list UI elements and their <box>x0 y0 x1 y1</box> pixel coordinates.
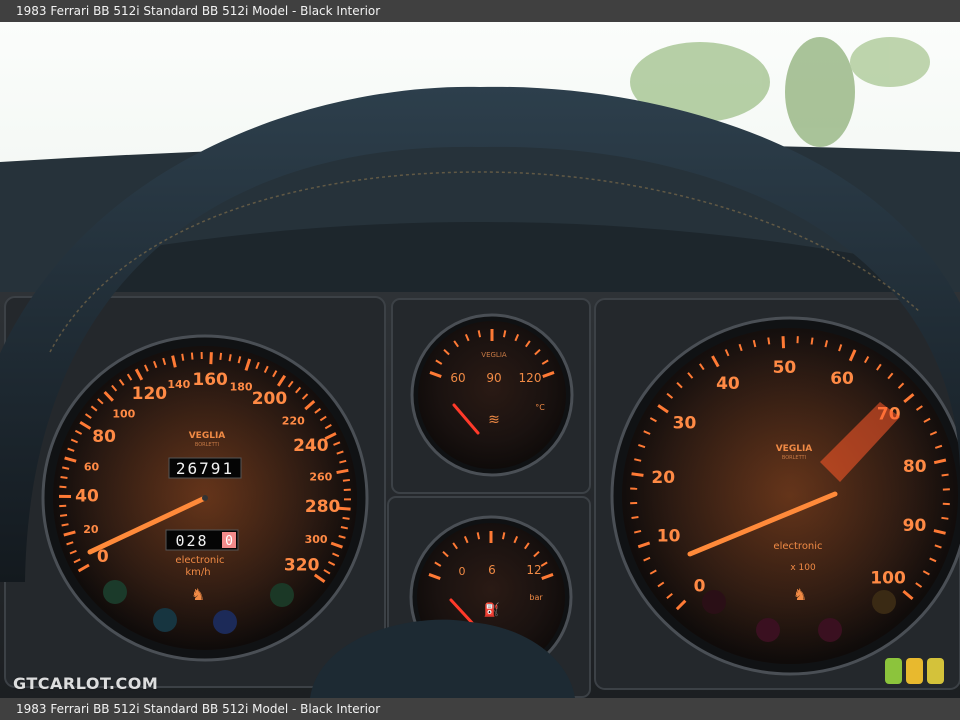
trip-red-digit-text: 0 <box>225 534 233 549</box>
tachometer-numeral-80: 80 <box>903 457 927 477</box>
caption-text: 1983 Ferrari BB 512i Standard BB 512i Mo… <box>16 4 381 18</box>
speedometer-numeral-80: 80 <box>92 427 116 447</box>
tachometer-prancing-horse-logo: ♞ <box>793 585 807 604</box>
gauge-tick <box>342 516 350 520</box>
warning-light-red <box>756 618 780 642</box>
speedometer-numeral-40: 40 <box>75 487 99 507</box>
caption-bar-top: 1983 Ferrari BB 512i Standard BB 512i Mo… <box>0 0 960 22</box>
gauge-tick <box>228 354 232 362</box>
oil-can-icon: ⛽ <box>484 602 500 618</box>
warning-light-green <box>103 580 127 604</box>
oil-numeral-6: 6 <box>488 563 496 577</box>
tachometer-numeral-60: 60 <box>830 369 854 389</box>
temp-numeral-90: 90 <box>486 371 501 385</box>
warning-light-teal <box>153 608 177 632</box>
oil-unit: bar <box>529 593 543 602</box>
tachometer-numeral-40: 40 <box>716 374 740 394</box>
gauge-tick <box>209 352 213 365</box>
tachometer-numeral-30: 30 <box>673 414 697 434</box>
gauge-tick <box>219 352 223 360</box>
tachometer-numeral-10: 10 <box>657 527 681 547</box>
speedometer-numeral-160: 160 <box>192 370 228 390</box>
speedometer-numeral-120: 120 <box>132 384 168 404</box>
speedometer-numeral-60: 60 <box>84 461 100 474</box>
gauge-tick <box>59 485 67 489</box>
speedometer-numeral-100: 100 <box>112 407 135 420</box>
speedometer-numeral-140: 140 <box>167 378 190 391</box>
speedometer-numeral-260: 260 <box>309 471 332 484</box>
gauge-tick <box>810 337 814 345</box>
gauge-tick <box>61 523 69 527</box>
gauge-tick <box>59 514 68 517</box>
tachometer-numeral-100: 100 <box>870 568 906 588</box>
tachometer-numeral-0: 0 <box>694 577 706 597</box>
trip-digits: 028 <box>175 532 208 550</box>
temperature-gauge-brand: VEGLIA <box>481 351 507 359</box>
coolant-temp-icon: ≋ <box>488 412 500 428</box>
speedometer-numeral-280: 280 <box>305 497 341 517</box>
prancing-horse-logo: ♞ <box>191 585 205 604</box>
oil-numeral-0: 0 <box>459 565 466 578</box>
tachometer-numeral-50: 50 <box>773 358 797 378</box>
speedometer-numeral-300: 300 <box>305 533 328 546</box>
gauge-tick <box>190 352 194 360</box>
gauge-tick <box>941 473 949 477</box>
speedometer-numeral-20: 20 <box>83 523 99 536</box>
tachometer-numeral-20: 20 <box>651 468 675 488</box>
warning-light-red-2 <box>818 618 842 642</box>
gauge-tick <box>340 525 349 530</box>
warning-light-green-2 <box>270 583 294 607</box>
tachometer: 0102030405060708090100 VEGLIA BORLETTI e… <box>610 316 960 676</box>
oil-numeral-12: 12 <box>526 563 541 577</box>
gauge-tick <box>60 475 68 479</box>
badge-yellow <box>927 658 944 684</box>
tachometer-brand: VEGLIA <box>776 444 813 454</box>
tachometer-sub-brand: BORLETTI <box>782 455 806 461</box>
tachometer-multiplier: x 100 <box>790 563 816 573</box>
warning-light-blue <box>213 610 237 634</box>
temperature-gauge-face <box>418 321 566 469</box>
gauge-tick <box>631 472 644 477</box>
gauge-tick <box>767 337 771 345</box>
temp-numeral-120: 120 <box>519 371 542 385</box>
warning-light-amber <box>872 590 896 614</box>
speedometer: 0 20 40 60 80 100 120 140 160 180200 220 240 260 280 3… <box>41 334 369 662</box>
gauge-tick <box>476 532 481 540</box>
speedometer-numeral-200: 200 <box>252 389 288 409</box>
temp-numeral-60: 60 <box>450 371 465 385</box>
speedometer-sub-brand: BORLETTI <box>195 442 219 448</box>
gauge-tick <box>781 336 786 349</box>
speedometer-numeral-220: 220 <box>282 415 305 428</box>
caption-bar-bottom: 1983 Ferrari BB 512i Standard BB 512i Mo… <box>0 698 960 720</box>
odometer-digits: 26791 <box>176 459 234 478</box>
watermark: GTCARLOT.COM <box>13 674 159 693</box>
speedometer-numeral-240: 240 <box>293 436 329 456</box>
gauge-tick <box>342 478 351 482</box>
gauge-tick <box>501 532 506 540</box>
speedometer-numeral-180: 180 <box>230 381 253 394</box>
gauge-tick <box>631 516 639 519</box>
speedometer-numeral-320: 320 <box>284 556 320 576</box>
speedometer-electronic-label: electronic <box>175 555 224 566</box>
tachometer-electronic-label: electronic <box>773 541 822 552</box>
gauge-tick <box>502 330 507 338</box>
caption-text-bottom: 1983 Ferrari BB 512i Standard BB 512i Mo… <box>16 702 381 716</box>
speedometer-brand: VEGLIA <box>189 431 226 441</box>
gauge-tick <box>477 330 482 338</box>
temperature-gauge: VEGLIA 60 90 120 °C ≋ <box>410 313 574 477</box>
warning-light-dark-red <box>702 590 726 614</box>
speedometer-unit: km/h <box>185 567 210 578</box>
tachometer-numeral-90: 90 <box>903 516 927 536</box>
gauge-tick <box>941 516 949 520</box>
badge-green <box>885 658 902 684</box>
gauge-tick <box>181 353 185 361</box>
temperature-unit: °C <box>535 403 545 412</box>
badge-amber <box>906 658 923 684</box>
dashboard-photo: 0 20 40 60 80 100 120 140 160 180 200 220 240 260 280 3… <box>0 22 960 698</box>
